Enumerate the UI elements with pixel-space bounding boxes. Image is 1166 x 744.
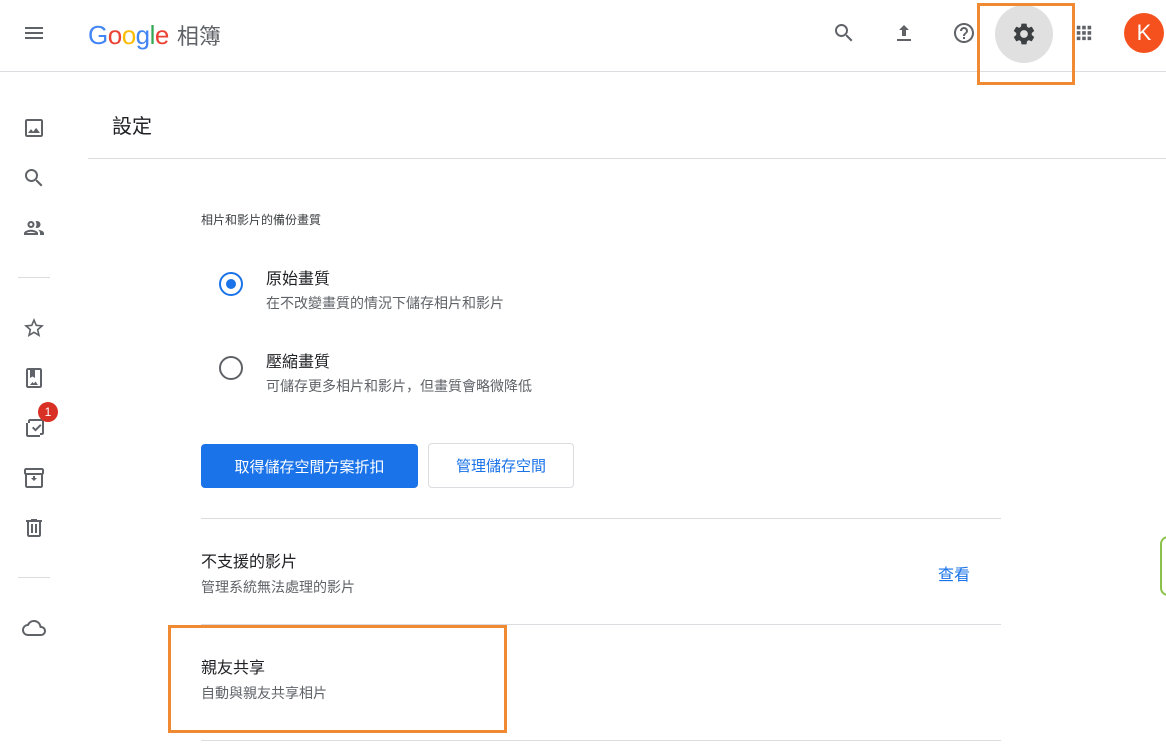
sidebar-search-icon[interactable] [20, 164, 48, 192]
sidebar-divider [18, 277, 50, 278]
side-panel-tab[interactable] [1160, 536, 1166, 596]
top-app-bar: Google 相簿 K [0, 0, 1166, 85]
logo-letter: e [154, 19, 169, 50]
option-description: 可儲存更多相片和影片，但畫質會略微降低 [266, 379, 532, 395]
album-icon[interactable] [20, 364, 48, 392]
radio-original-quality[interactable] [219, 272, 243, 296]
cloud-icon[interactable] [20, 614, 48, 642]
storage-plan-discount-button[interactable]: 取得儲存空間方案折扣 [201, 444, 418, 488]
logo-wordmark: Google [88, 20, 169, 51]
logo-letter: o [107, 19, 122, 50]
apps-icon[interactable] [1064, 13, 1104, 53]
partner-sharing-highlight-box [168, 625, 507, 733]
people-icon[interactable] [20, 214, 48, 242]
archive-icon[interactable] [20, 464, 48, 492]
option-description: 在不改變畫質的情況下儲存相片和影片 [266, 296, 504, 312]
upload-icon[interactable] [884, 13, 924, 53]
star-icon[interactable] [20, 314, 48, 342]
logo-letter: g [135, 19, 150, 50]
title-divider [88, 158, 1166, 159]
sidebar-divider [18, 577, 50, 578]
backup-quality-label: 相片和影片的備份畫質 [201, 213, 322, 227]
avatar[interactable]: K [1124, 13, 1164, 53]
logo-letter: o [121, 19, 136, 50]
option-title: 原始畫質 [266, 269, 331, 288]
product-name: 相簿 [176, 25, 221, 50]
search-icon[interactable] [824, 13, 864, 53]
radio-storage-saver[interactable] [219, 356, 243, 380]
manage-storage-button[interactable]: 管理儲存空間 [428, 443, 574, 488]
menu-icon[interactable] [14, 13, 54, 53]
option-title: 壓縮畫質 [266, 352, 331, 371]
page-title: 設定 [112, 114, 152, 138]
unsupported-videos-description: 管理系統無法處理的影片 [201, 580, 355, 596]
google-photos-logo[interactable]: Google 相簿 [88, 15, 221, 55]
photos-icon[interactable] [20, 114, 48, 142]
section-divider [201, 740, 1001, 741]
settings-highlight-box [977, 3, 1075, 85]
logo-letter: G [88, 19, 108, 50]
view-unsupported-link[interactable]: 查看 [938, 561, 970, 585]
section-divider [201, 518, 1001, 519]
unsupported-videos-title: 不支援的影片 [201, 552, 298, 571]
notification-badge: 1 [38, 402, 58, 422]
trash-icon[interactable] [20, 514, 48, 542]
